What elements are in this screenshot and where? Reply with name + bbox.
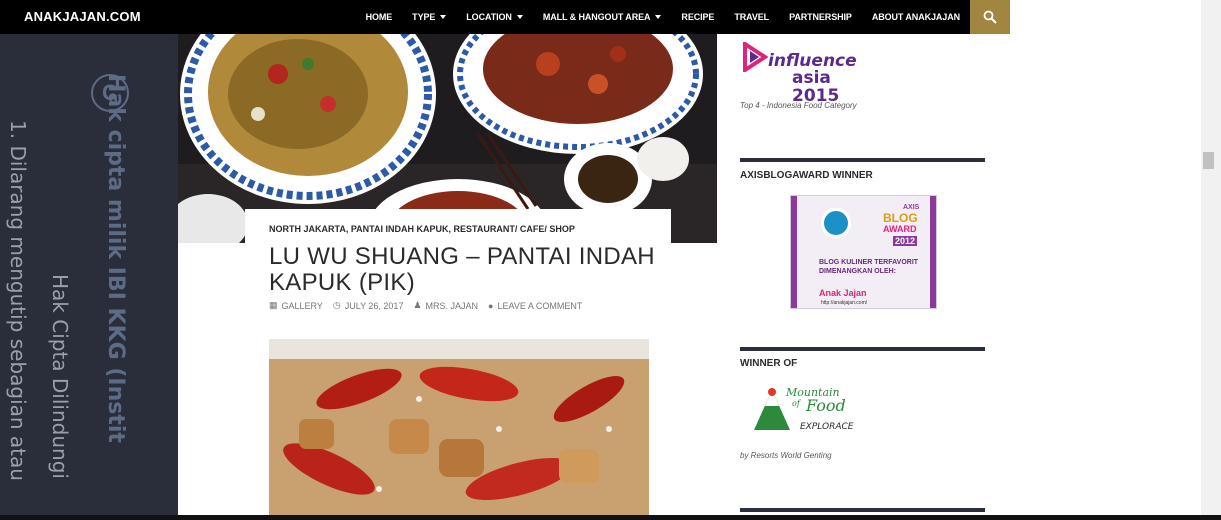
food-word: Food: [806, 396, 846, 415]
nav-label: MALL & HANGOUT AREA: [542, 12, 651, 22]
axis-badge-right-stripe: [930, 196, 936, 308]
nav-label: PARTNERSHIP: [789, 12, 852, 22]
widget-divider: [740, 158, 985, 162]
user-icon: ♟: [413, 300, 422, 310]
chili-dish-photo: [269, 339, 649, 520]
axis-award-word: AWARD: [883, 224, 917, 234]
axis-blog-word: BLOG: [883, 211, 918, 225]
influence-brand-line2: asia 2015: [792, 68, 840, 106]
nav-label: HOME: [365, 12, 393, 22]
watermark-line: Hak cipta milik IBI KKG (Instit: [103, 74, 128, 443]
nav-item-type[interactable]: TYPE: [402, 0, 456, 34]
axis-year: 2012: [893, 236, 918, 246]
widget-divider: [740, 508, 985, 512]
chevron-down-icon: [440, 15, 447, 19]
nav-label: ABOUT ANAKJAJAN: [871, 12, 960, 22]
axis-award-badge[interactable]: AXIS BLOG AWARD 2012 BLOG KULINER TERFAV…: [790, 195, 937, 309]
nav-item-travel[interactable]: TRAVEL: [724, 0, 779, 34]
axis-winner-url: http://anakjajan.com/: [821, 300, 868, 306]
nav-label: RECIPE: [681, 12, 715, 22]
chevron-down-icon: [655, 15, 662, 19]
axis-badge-left-stripe: [791, 196, 797, 308]
axis-widget-title: AXISBLOGAWARD WINNER: [740, 170, 873, 181]
post-title[interactable]: LU WU SHUANG – PANTAI INDAH KAPUK (PIK): [269, 244, 671, 296]
left-panel: 1. Dilarang mengutip sebagian atau C Hak…: [0, 34, 178, 520]
search-icon: [983, 10, 997, 24]
axis-brand: AXIS: [903, 204, 920, 211]
vertical-scrollbar[interactable]: [1201, 0, 1221, 520]
axis-badge-text: BLOG KULINER TERFAVORIT DIMENANGKAN OLEH…: [819, 259, 919, 275]
nav-label: TRAVEL: [734, 12, 770, 22]
post-author[interactable]: ♟ MRS. JAJAN: [413, 300, 478, 311]
chevron-down-icon: [516, 15, 523, 19]
top-navigation: ANAKJAJAN.COM HOME TYPE LOCATION MALL & …: [0, 0, 1010, 34]
nav-item-about[interactable]: ABOUT ANAKJAJAN: [862, 0, 970, 34]
nav-label: TYPE: [412, 12, 436, 22]
post-date-label: JULY 26, 2017: [344, 300, 404, 311]
nav-label: LOCATION: [466, 12, 512, 22]
gallery-icon: ▦: [269, 300, 278, 310]
page-margin: [1010, 0, 1201, 520]
of-word: of: [792, 399, 800, 408]
site-logo[interactable]: ANAKJAJAN.COM: [24, 0, 141, 34]
post-comments-label: LEAVE A COMMENT: [497, 300, 583, 311]
post-format[interactable]: ▦ GALLERY: [269, 300, 323, 311]
scrollbar-thumb[interactable]: [1203, 152, 1214, 169]
nav-item-mall-hangout[interactable]: MALL & HANGOUT AREA: [533, 0, 672, 34]
explorace-word: EXPLORACE: [800, 422, 854, 432]
influence-caption: Top 4 - Indonesia Food Category: [740, 101, 857, 110]
page: ANAKJAJAN.COM HOME TYPE LOCATION MALL & …: [0, 0, 1221, 520]
main-content: NORTH JAKARTA, PANTAI INDAH KAPUK, RESTA…: [178, 34, 717, 520]
post-author-label: MRS. JAJAN: [425, 300, 479, 311]
influence-asia-widget[interactable]: influence asia 2015: [740, 40, 880, 105]
influence-logo-icon: [743, 42, 768, 72]
post-meta: ▦ GALLERY ◷ JULY 26, 2017 ♟ MRS. JAJAN ●…: [269, 300, 592, 311]
mountain-of-food-logo[interactable]: Mountain of Food EXPLORACE: [752, 384, 882, 440]
nav-item-partnership[interactable]: PARTNERSHIP: [779, 0, 862, 34]
widget-divider: [740, 347, 985, 351]
post-date[interactable]: ◷ JULY 26, 2017: [333, 300, 404, 311]
bottom-edge: [0, 515, 1221, 520]
post-image[interactable]: [269, 339, 649, 520]
nav-item-location[interactable]: LOCATION: [456, 0, 533, 34]
post-format-label: GALLERY: [281, 300, 323, 311]
comment-icon: ●: [488, 300, 494, 311]
axis-badge-emblem: [821, 208, 851, 238]
post-comments[interactable]: ● LEAVE A COMMENT: [488, 301, 582, 311]
search-button[interactable]: [970, 0, 1010, 34]
main-menu: HOME TYPE LOCATION MALL & HANGOUT AREA R…: [356, 0, 970, 34]
post-categories[interactable]: NORTH JAKARTA, PANTAI INDAH KAPUK, RESTA…: [269, 224, 671, 234]
watermark-line: 1. Dilarang mengutip sebagian atau: [6, 120, 30, 481]
sidebar: influence asia 2015 Top 4 - Indonesia Fo…: [717, 34, 1010, 520]
nav-item-recipe[interactable]: RECIPE: [671, 0, 724, 34]
watermark-line: Hak Cipta Dilindungi: [48, 274, 72, 479]
winner-caption: by Resorts World Genting: [740, 451, 832, 460]
nav-item-home[interactable]: HOME: [356, 0, 403, 34]
clock-icon: ◷: [332, 300, 341, 310]
axis-winner-name: Anak Jajan: [819, 288, 867, 298]
winner-widget-title: WINNER OF: [740, 358, 798, 369]
